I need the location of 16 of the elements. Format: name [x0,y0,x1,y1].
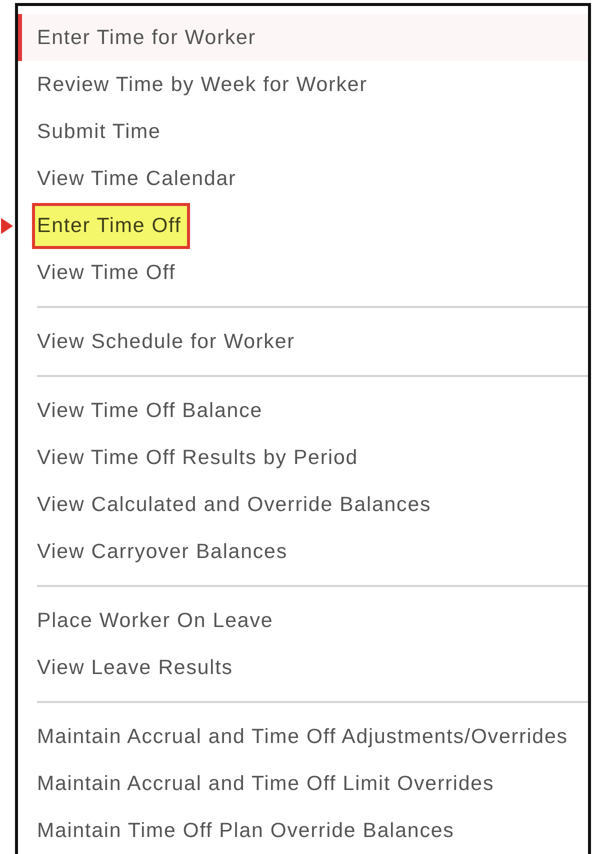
menu-item[interactable]: Review Time by Week for Worker [18,61,588,108]
menu-item[interactable]: Enter Time for Worker [18,14,588,61]
menu-item[interactable]: Maintain Accrual and Time Off Adjustments/Overrides [18,713,588,760]
menu-item[interactable]: Maintain Time Off Plan Override Balances [18,807,588,854]
menu-item[interactable]: View Carryover Balances [18,528,588,575]
menu-item[interactable]: View Schedule for Worker [18,318,588,365]
menu-item[interactable]: Enter Time Off [18,202,588,249]
menu-item[interactable]: View Time Calendar [18,155,588,202]
menu-item[interactable]: Maintain Accrual and Time Off Limit Overrides [18,760,588,807]
menu-item[interactable]: Submit Time [18,108,588,155]
menu-item[interactable]: View Time Off Results by Period [18,434,588,481]
menu-item[interactable]: View Time Off [18,249,588,296]
menu-item[interactable]: View Leave Results [18,644,588,691]
menu-item[interactable]: Place Worker On Leave [18,597,588,644]
menu-item[interactable]: View Calculated and Override Balances [18,481,588,528]
menu-item[interactable]: View Time Off Balance [18,387,588,434]
